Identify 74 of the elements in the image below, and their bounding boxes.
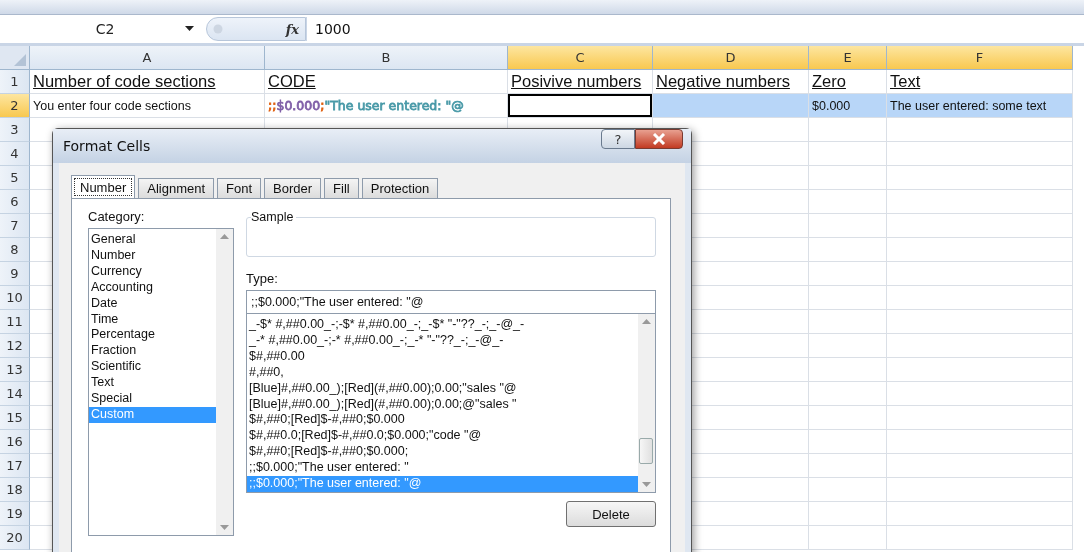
- type-label: Type:: [246, 271, 279, 286]
- list-item[interactable]: Date: [89, 295, 216, 312]
- row-header[interactable]: 8: [0, 238, 30, 262]
- row-header[interactable]: 19: [0, 502, 30, 526]
- column-header[interactable]: C: [508, 46, 653, 70]
- sample-label: Sample: [251, 210, 297, 224]
- table-cell: Text: [887, 70, 1073, 94]
- list-item[interactable]: Text: [89, 375, 216, 392]
- row-header[interactable]: 6: [0, 190, 30, 214]
- list-item[interactable]: [Blue]#,##0.00_);[Red](#,##0.00);0.00;@"sales ": [247, 396, 638, 413]
- list-item[interactable]: _-* #,##0.00_-;-* #,##0.00_-;_-* "-"??_-;_-@_-: [247, 332, 638, 349]
- list-item[interactable]: Accounting: [89, 279, 216, 296]
- column-header[interactable]: A: [30, 46, 265, 70]
- table-cell: ;;$0.000;"The user entered: "@: [265, 94, 508, 118]
- tab[interactable]: Fill: [324, 178, 359, 199]
- list-item[interactable]: $#,##0;[Red]$-#,##0;$0.000;: [247, 444, 638, 461]
- row-header[interactable]: 15: [0, 406, 30, 430]
- list-item[interactable]: $#,##0.00: [247, 348, 638, 365]
- window-title: Format Cells: [63, 138, 151, 154]
- row-header[interactable]: 20: [0, 526, 30, 550]
- list-item[interactable]: Special: [89, 391, 216, 407]
- row-header[interactable]: 13: [0, 358, 30, 382]
- list-item[interactable]: $#,##0;[Red]$-#,##0;$0.000: [247, 412, 638, 429]
- table-cell: The user entered: some text: [887, 94, 1073, 118]
- tab[interactable]: Alignment: [138, 178, 215, 199]
- list-item[interactable]: ;;$0.000;"The user entered: ": [247, 460, 638, 477]
- help-button[interactable]: ?: [601, 129, 635, 149]
- row-header[interactable]: 1: [0, 70, 30, 94]
- list-item[interactable]: #,##0,: [247, 364, 638, 381]
- category-list[interactable]: General Number Currency Accounting Date Time Percentage Fraction Scientific Text Special Custom: [88, 228, 234, 536]
- row-header[interactable]: 3: [0, 118, 30, 142]
- column-header[interactable]: D: [653, 46, 809, 70]
- list-item[interactable]: Scientific: [89, 359, 216, 376]
- delete-button[interactable]: Delete: [566, 501, 656, 527]
- name-box[interactable]: C2: [10, 17, 200, 41]
- table-cell: CODE: [265, 70, 508, 94]
- row-header[interactable]: 11: [0, 310, 30, 334]
- list-item[interactable]: Percentage: [89, 327, 216, 344]
- table-cell: Number of code sections: [30, 70, 265, 94]
- tab[interactable]: Border: [264, 178, 322, 199]
- type-field[interactable]: ;;$0.000;"The user entered: "@: [246, 290, 656, 314]
- table-cell: Posivive numbers: [508, 70, 653, 94]
- row-header[interactable]: 16: [0, 430, 30, 454]
- row-header[interactable]: 18: [0, 478, 30, 502]
- list-item[interactable]: Currency: [89, 263, 216, 280]
- list-item[interactable]: _-$* #,##0.00_-;-$* #,##0.00_-;_-$* "-"??_-;_-@_-: [247, 317, 638, 333]
- list-item[interactable]: [Blue]#,##0.00_);[Red](#,##0.00);0.00;"sales "@: [247, 380, 638, 397]
- row-header[interactable]: 14: [0, 382, 30, 406]
- row-header[interactable]: 10: [0, 286, 30, 310]
- table-cell: You enter four code sections: [30, 94, 265, 118]
- list-item[interactable]: Number: [89, 247, 216, 264]
- column-header[interactable]: E: [809, 46, 887, 70]
- formula-input[interactable]: 1000: [306, 17, 1084, 41]
- tab[interactable]: Font: [217, 178, 262, 199]
- category-label: Category:: [88, 209, 146, 224]
- table-cell: Zero: [809, 70, 887, 94]
- list-item[interactable]: General: [89, 232, 216, 248]
- insert-function-button[interactable]: fx: [285, 21, 299, 37]
- list-item[interactable]: Fraction: [89, 343, 216, 360]
- row-header[interactable]: 4: [0, 142, 30, 166]
- row-header[interactable]: 2: [0, 94, 30, 118]
- column-header[interactable]: F: [887, 46, 1073, 70]
- tab[interactable]: Number: [71, 175, 136, 199]
- list-item[interactable]: Time: [89, 311, 216, 328]
- row-header[interactable]: 17: [0, 454, 30, 478]
- tab[interactable]: Protection: [361, 178, 439, 199]
- row-header[interactable]: 7: [0, 214, 30, 238]
- row-header[interactable]: 12: [0, 334, 30, 358]
- column-header[interactable]: B: [265, 46, 508, 70]
- table-cell: Negative numbers: [653, 70, 809, 94]
- table-cell: $0.000: [809, 94, 887, 118]
- row-header[interactable]: 5: [0, 166, 30, 190]
- list-item[interactable]: $#,##0.0;[Red]$-#,##0.0;$0.000;"code "@: [247, 428, 638, 445]
- row-header[interactable]: 9: [0, 262, 30, 286]
